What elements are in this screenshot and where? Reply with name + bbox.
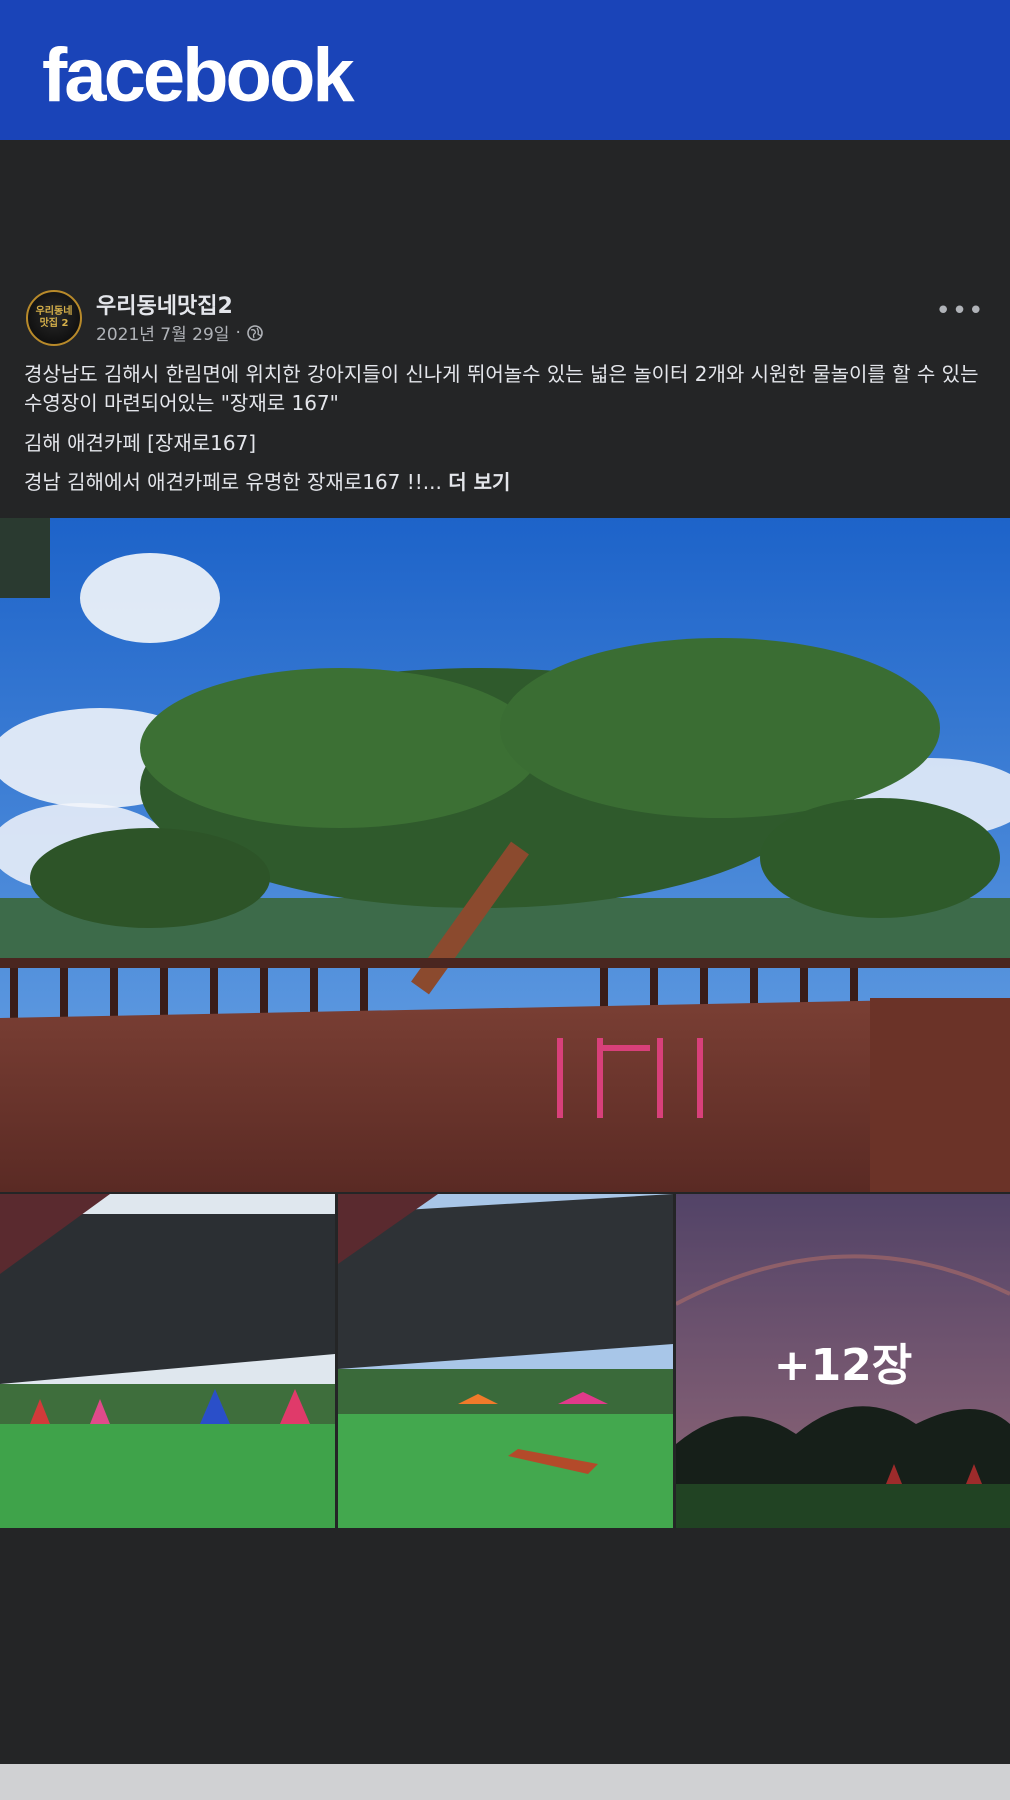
- bottom-bar: [0, 1764, 1010, 1800]
- post-text-paragraph-2: 김해 애견카페 [장재로167]: [24, 431, 257, 455]
- facebook-logo[interactable]: facebook: [42, 28, 355, 124]
- post-text-paragraph-1: 경상남도 김해시 한림면에 위치한 강아지들이 신나게 뛰어놀수 있는 넓은 놀…: [24, 362, 979, 415]
- avatar-text-2: 맛집 2: [39, 318, 69, 329]
- post-meta: 2021년 7월 29일 ·: [96, 320, 263, 345]
- avatar-text: 우리동네: [35, 306, 73, 317]
- post-photo-main[interactable]: [0, 518, 1010, 1192]
- facebook-header: facebook: [0, 0, 1010, 140]
- post-photo-thumbnail[interactable]: [0, 1194, 335, 1528]
- more-options-icon[interactable]: •••: [930, 296, 990, 332]
- post-photo-thumbnail-more[interactable]: +12장: [676, 1194, 1010, 1528]
- post-text-paragraph-3: 경남 김해에서 애견카페로 유명한 장재로167 !!... 더 보기: [24, 468, 984, 497]
- meta-separator: ·: [235, 322, 241, 343]
- avatar[interactable]: 우리동네 맛집 2: [26, 290, 82, 346]
- post-date[interactable]: 2021년 7월 29일: [96, 320, 229, 345]
- more-photos-count: +12장: [773, 1340, 913, 1391]
- post-text-line-3: 경남 김해에서 애견카페로 유명한 장재로167 !!...: [24, 470, 442, 494]
- globe-icon[interactable]: [247, 324, 263, 341]
- post-photo-thumbnail[interactable]: [338, 1194, 673, 1528]
- post-author[interactable]: 우리동네맛집2: [96, 288, 233, 320]
- see-more-link[interactable]: 더 보기: [448, 470, 510, 494]
